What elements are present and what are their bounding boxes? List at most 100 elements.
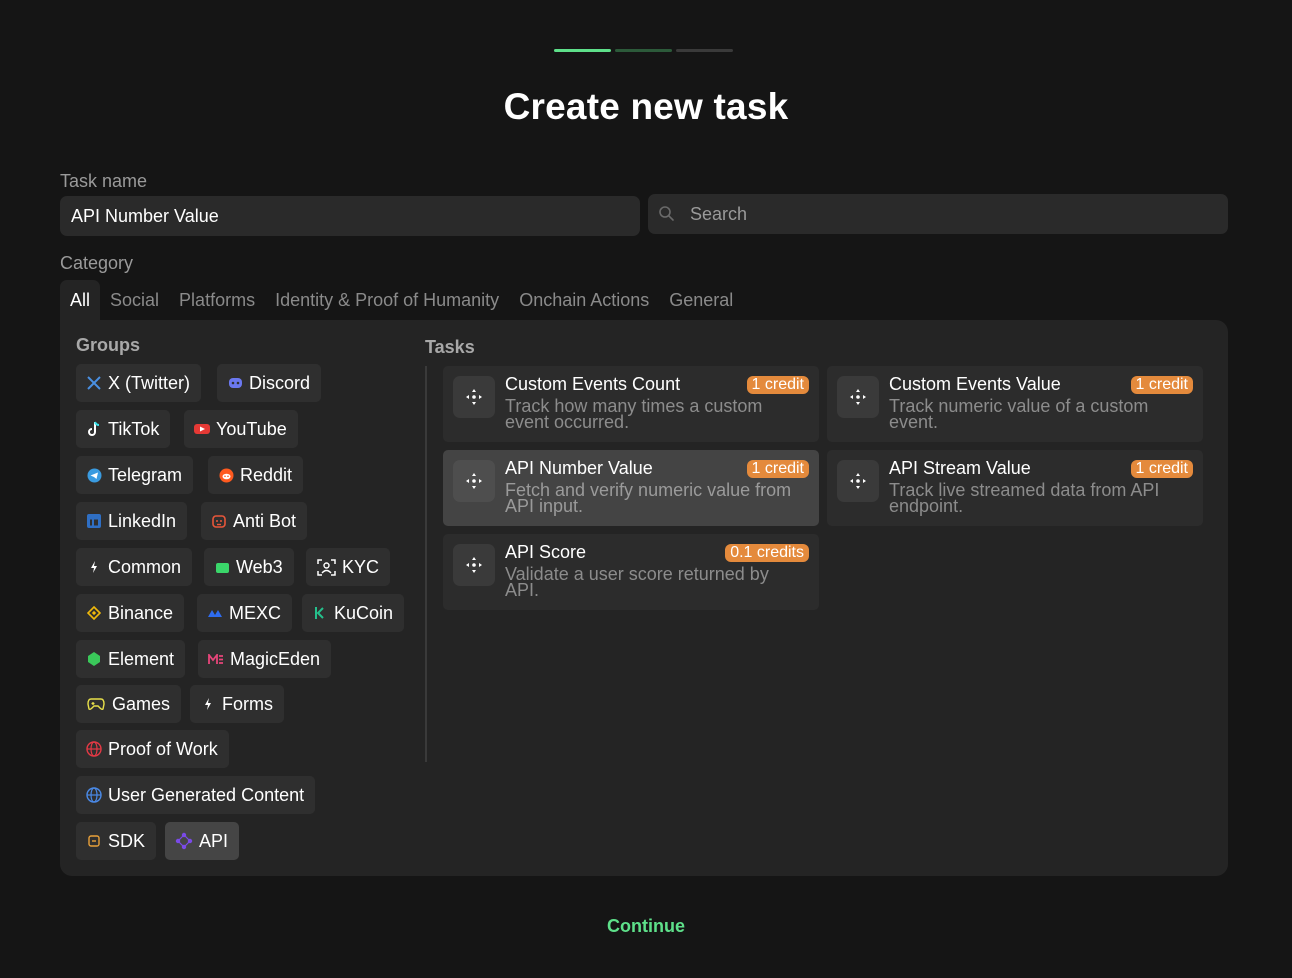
task-card-title: API Stream Value bbox=[889, 458, 1031, 478]
group-chip-label: KuCoin bbox=[334, 602, 394, 623]
globe-icon bbox=[86, 741, 102, 757]
group-chip-forms[interactable]: Forms bbox=[190, 685, 284, 723]
group-chip-label: Reddit bbox=[240, 464, 293, 485]
task-card-api-stream-value[interactable]: API Stream Value 1 credit Track live str… bbox=[827, 450, 1203, 526]
discord-icon bbox=[227, 375, 243, 391]
search-input[interactable] bbox=[690, 203, 1170, 225]
group-chip-discord[interactable]: Discord bbox=[217, 364, 322, 402]
task-card-description: Track live streamed data from API endpoi… bbox=[889, 480, 1160, 516]
linkedin-icon bbox=[86, 513, 102, 529]
progress-step-3 bbox=[676, 49, 733, 52]
binance-icon bbox=[86, 605, 102, 621]
group-chip-kucoin[interactable]: KuCoin bbox=[302, 594, 405, 632]
group-chip-label: KYC bbox=[342, 556, 380, 577]
task-name-input[interactable]: API Number Value bbox=[60, 196, 640, 236]
group-chip-label: Discord bbox=[249, 372, 311, 393]
group-chip-label: SDK bbox=[108, 830, 146, 851]
group-chip-kyc[interactable]: KYC bbox=[306, 548, 391, 586]
group-chip-anti-bot[interactable]: Anti Bot bbox=[201, 502, 308, 540]
sdk-icon bbox=[86, 833, 102, 849]
reddit-icon bbox=[218, 467, 234, 483]
group-chip-user-generated-content[interactable]: User Generated Content bbox=[76, 776, 316, 814]
group-chip-youtube[interactable]: YouTube bbox=[184, 410, 298, 448]
task-card-title: Custom Events Count bbox=[505, 374, 681, 394]
group-chip-tiktok[interactable]: TikTok bbox=[76, 410, 171, 448]
group-chip-label: User Generated Content bbox=[108, 784, 305, 805]
panel-divider bbox=[425, 366, 427, 762]
group-chip-x-twitter[interactable]: X (Twitter) bbox=[76, 364, 202, 402]
group-chip-api[interactable]: API bbox=[165, 822, 240, 860]
group-chip-label: MagicEden bbox=[230, 648, 321, 669]
continue-button[interactable]: Continue bbox=[0, 916, 1292, 937]
task-card-title: API Score bbox=[505, 542, 587, 562]
tasks-heading: Tasks bbox=[425, 337, 475, 357]
task-card-api-number-value[interactable]: API Number Value 1 credit Fetch and veri… bbox=[443, 450, 819, 526]
group-chip-web3[interactable]: Web3 bbox=[204, 548, 294, 586]
progress-step-2 bbox=[615, 49, 672, 52]
task-card-api-score[interactable]: API Score 0.1 credits Validate a user sc… bbox=[443, 534, 819, 610]
youtube-icon bbox=[194, 421, 210, 437]
wallet-icon bbox=[214, 559, 230, 575]
group-chip-label: MEXC bbox=[229, 602, 282, 623]
tab-general[interactable]: General bbox=[659, 280, 743, 320]
group-chip-element[interactable]: Element bbox=[76, 640, 186, 678]
bolt-icon bbox=[200, 696, 216, 712]
task-card-description: Track how many times a custom event occu… bbox=[505, 396, 763, 432]
group-chip-linkedin[interactable]: LinkedIn bbox=[76, 502, 188, 540]
group-chip-binance[interactable]: Binance bbox=[76, 594, 185, 632]
move-arrows-icon bbox=[837, 460, 879, 502]
group-chip-sdk[interactable]: SDK bbox=[76, 822, 157, 860]
tab-platforms[interactable]: Platforms bbox=[169, 280, 265, 320]
group-chip-games[interactable]: Games bbox=[76, 685, 182, 723]
page-title: Create new task bbox=[503, 86, 789, 127]
group-chip-label: X (Twitter) bbox=[108, 372, 191, 393]
group-chip-label: TikTok bbox=[108, 418, 160, 439]
group-chip-label: Anti Bot bbox=[233, 510, 297, 531]
group-chip-label: API bbox=[199, 830, 229, 851]
group-chip-label: Proof of Work bbox=[108, 738, 218, 759]
element-icon bbox=[86, 651, 102, 667]
group-chip-mexc[interactable]: MEXC bbox=[197, 594, 293, 632]
tab-identity-proof-of-humanity[interactable]: Identity & Proof of Humanity bbox=[265, 280, 509, 320]
magiceden-icon bbox=[208, 651, 224, 667]
group-chip-label: Games bbox=[112, 693, 171, 714]
globe-icon bbox=[86, 787, 102, 803]
group-chip-label: Web3 bbox=[236, 556, 283, 577]
bolt-icon bbox=[86, 559, 102, 575]
tab-all[interactable]: All bbox=[60, 280, 101, 320]
tab-social[interactable]: Social bbox=[100, 280, 169, 320]
task-card-custom-events-count[interactable]: Custom Events Count 1 credit Track how m… bbox=[443, 366, 819, 442]
group-chip-magiceden[interactable]: MagicEden bbox=[198, 640, 332, 678]
robot-icon bbox=[211, 513, 227, 529]
group-chip-reddit[interactable]: Reddit bbox=[208, 456, 304, 494]
move-arrows-icon bbox=[453, 376, 495, 418]
tab-onchain-actions[interactable]: Onchain Actions bbox=[509, 280, 659, 320]
task-card-description: Fetch and verify numeric value from API … bbox=[505, 480, 792, 516]
credit-badge: 1 credit bbox=[1130, 376, 1193, 394]
credit-badge: 1 credit bbox=[746, 376, 809, 394]
task-name-label: Task name bbox=[60, 171, 148, 191]
step-progress bbox=[554, 49, 733, 52]
search-box[interactable] bbox=[648, 194, 1228, 234]
credit-badge: 0.1 credits bbox=[725, 544, 809, 562]
search-icon bbox=[658, 205, 676, 223]
move-arrows-icon bbox=[453, 460, 495, 502]
task-card-custom-events-value[interactable]: Custom Events Value 1 credit Track numer… bbox=[827, 366, 1203, 442]
group-chip-label: LinkedIn bbox=[108, 510, 177, 531]
move-arrows-icon bbox=[453, 544, 495, 586]
task-card-title: Custom Events Value bbox=[889, 374, 1061, 394]
group-chip-common[interactable]: Common bbox=[76, 548, 193, 586]
mexc-icon bbox=[207, 605, 223, 621]
credit-badge: 1 credit bbox=[1130, 460, 1193, 478]
task-card-description: Track numeric value of a custom event. bbox=[889, 396, 1149, 432]
credit-badge: 1 credit bbox=[746, 460, 809, 478]
groups-heading: Groups bbox=[76, 335, 141, 355]
group-chip-proof-of-work[interactable]: Proof of Work bbox=[76, 730, 229, 768]
x-logo-icon bbox=[86, 375, 102, 391]
tiktok-icon bbox=[86, 421, 102, 437]
task-card-description: Validate a user score returned by API. bbox=[505, 564, 769, 600]
kucoin-icon bbox=[312, 605, 328, 621]
progress-step-1 bbox=[554, 49, 611, 52]
telegram-icon bbox=[86, 467, 102, 483]
group-chip-telegram[interactable]: Telegram bbox=[76, 456, 194, 494]
